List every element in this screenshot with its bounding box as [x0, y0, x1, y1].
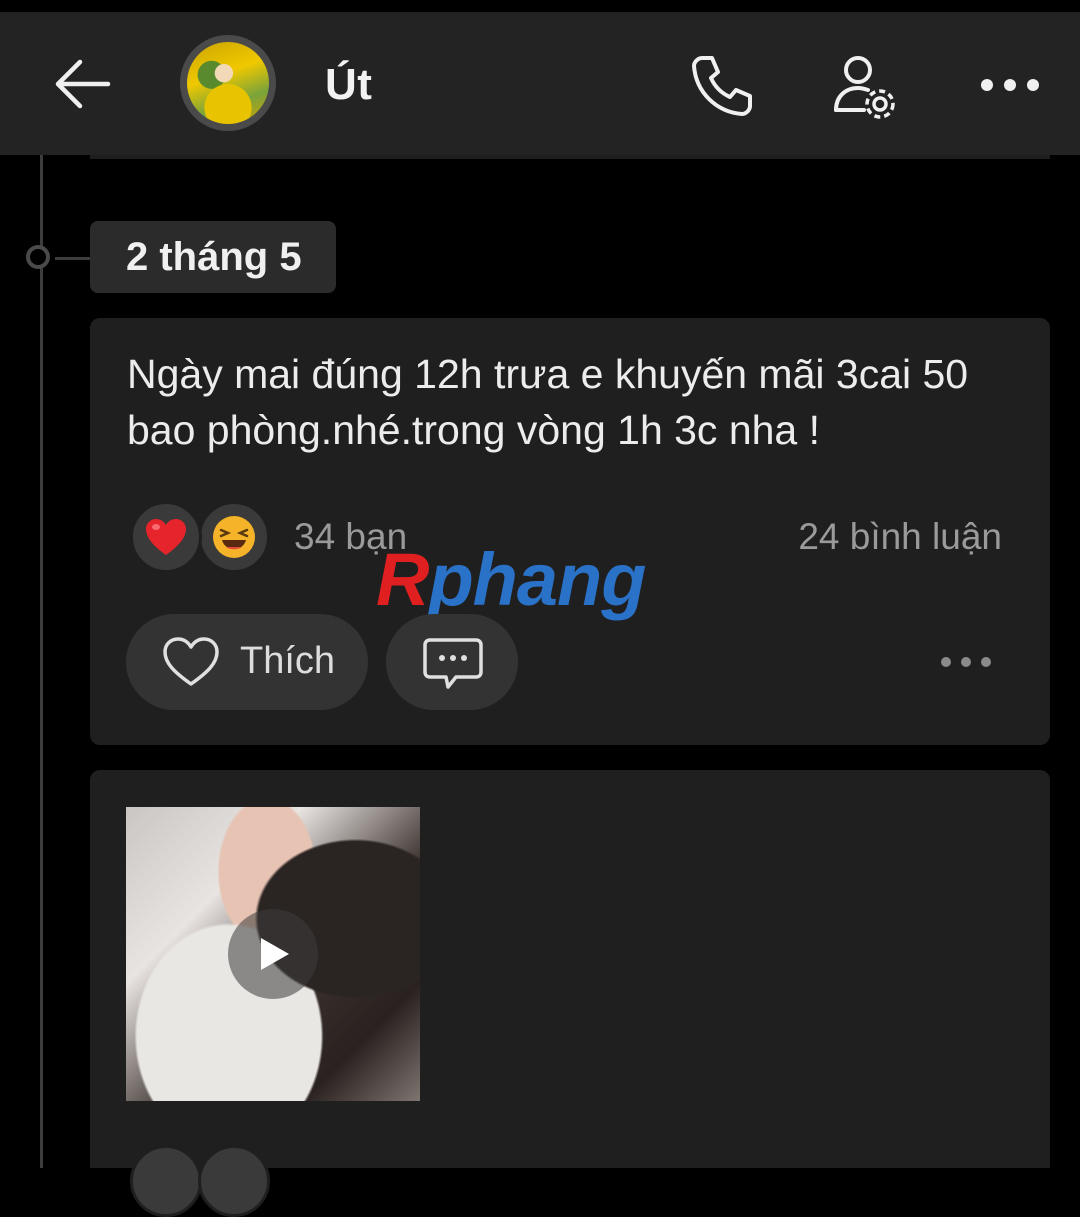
status-bar-strip: [0, 0, 1080, 12]
contact-settings-button[interactable]: [830, 52, 898, 122]
post-more-button[interactable]: [938, 654, 994, 670]
status-post-card: Ngày mai đúng 12h trưa e khuyến mãi 3cai…: [90, 318, 1050, 745]
contact-name[interactable]: Út: [325, 60, 372, 110]
play-icon: [261, 938, 289, 970]
like-button[interactable]: Thích: [126, 614, 368, 710]
more-options-button[interactable]: [975, 70, 1045, 100]
contact-avatar[interactable]: [180, 35, 276, 131]
comment-count[interactable]: 24 bình luận: [798, 516, 1002, 558]
back-button[interactable]: [52, 54, 114, 114]
timeline-line: [40, 155, 43, 1168]
heart-outline-icon: [163, 637, 219, 686]
heart-reaction-icon: [146, 519, 186, 555]
video-post-card: [90, 770, 1050, 1217]
phone-icon: [692, 56, 752, 116]
user-settings-icon: [834, 56, 895, 119]
post-text[interactable]: Ngày mai đúng 12h trưa e khuyến mãi 3cai…: [127, 346, 1017, 458]
play-button[interactable]: [228, 909, 318, 999]
previous-card-edge: [90, 155, 1050, 159]
haha-reaction-icon: [213, 516, 255, 558]
date-label: 2 tháng 5: [90, 221, 336, 293]
more-horizontal-icon: [981, 79, 1039, 91]
heart-reaction[interactable]: [130, 501, 202, 573]
timeline-dot: [26, 245, 50, 269]
call-button[interactable]: [688, 52, 754, 118]
timeline-connector: [55, 257, 91, 260]
haha-reaction[interactable]: [198, 1145, 270, 1217]
watermark-logo: Rphang: [376, 538, 646, 621]
avatar-image: [187, 42, 269, 124]
more-horizontal-icon: [941, 657, 991, 667]
comment-bubble-icon: [423, 638, 483, 689]
haha-reaction[interactable]: [198, 501, 270, 573]
back-arrow-icon: [55, 59, 111, 109]
chat-header: Út: [0, 12, 1080, 155]
comment-button[interactable]: [386, 614, 518, 710]
like-label: Thích: [240, 640, 336, 682]
video-thumbnail[interactable]: [126, 807, 420, 1101]
heart-reaction[interactable]: [130, 1145, 202, 1217]
